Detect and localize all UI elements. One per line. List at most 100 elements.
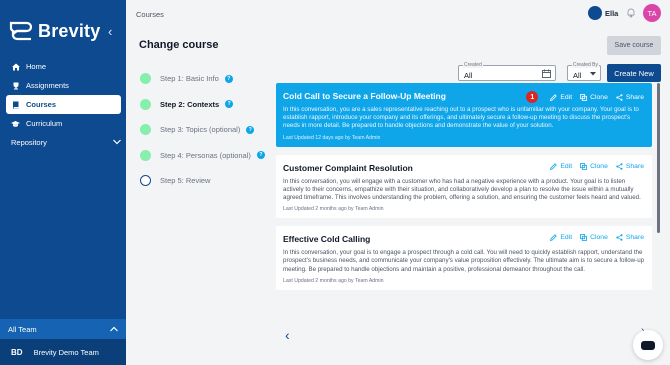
dropdown-caret-icon [590,72,596,76]
card-actions: 1 Edit Clone Share [518,91,644,103]
brevity-logo-icon [9,21,33,41]
step-complete-indicator [140,98,151,110]
context-updated: Last Updated 2 months ago by Team Admin [283,206,384,213]
breadcrumb[interactable]: Courses [136,10,164,19]
top-bar: Courses Ella TA [126,0,670,28]
step-badge: 1 [526,91,539,103]
step-complete-indicator [140,73,151,85]
edit-button[interactable]: Edit [550,163,572,170]
context-updated: Last Updated 2 months ago by Team Admin [283,277,384,284]
copy-icon [580,234,587,242]
sidebar-item-label: Assignments [26,81,69,90]
team-label: All Team [8,324,37,334]
sidebar-item-curriculum[interactable]: Curriculum [6,114,121,133]
copy-icon [580,93,587,101]
page-title: Change course [139,39,219,51]
help-icon[interactable]: ? [225,100,234,109]
edit-button[interactable]: Edit [550,91,572,103]
context-description: In this conversation, your goal is to en… [283,249,645,273]
step-topics[interactable]: Step 3: Topics (optional) ? [140,117,270,143]
share-icon [616,234,623,241]
sidebar-item-label: Curriculum [26,119,63,128]
chat-launcher-button[interactable] [633,330,663,360]
sidebar-item-label: Courses [26,100,57,109]
help-icon[interactable]: ? [246,125,255,134]
step-label: Step 1: Basic Info [160,74,219,84]
copy-icon [580,162,587,170]
sidebar-item-label: Repository [11,138,47,147]
sidebar-item-home[interactable]: Home [6,57,121,76]
step-contexts[interactable]: Step 2: Contexts ? [140,92,270,118]
help-icon[interactable]: ? [256,151,265,160]
brand-logo[interactable]: Brevity [8,20,100,42]
clone-button[interactable]: Clone [580,234,608,241]
trophy-icon [11,81,20,90]
clone-button[interactable]: Clone [580,91,608,103]
context-card[interactable]: Effective Cold Calling Edit Clone Share … [276,226,652,290]
step-label: Step 2: Contexts [160,99,220,109]
previous-step-icon[interactable]: ‹ [285,327,290,343]
sidebar-item-assignments[interactable]: Assignments [6,76,121,95]
calendar-icon[interactable] [542,69,551,78]
share-icon [616,162,623,170]
pencil-icon [550,162,558,170]
team-initials: BD [11,347,23,357]
sidebar-item-repository[interactable]: Repository [11,138,121,147]
team-selector[interactable]: All Team [0,319,126,339]
user-name: Ella [605,8,619,18]
sidebar: Brevity ‹ Home Assignments Courses Curri [0,0,126,365]
step-basic-info[interactable]: Step 1: Basic Info ? [140,66,270,92]
share-label: Share [625,234,644,242]
clone-label: Clone [590,234,608,242]
sidebar-nav: Home Assignments Courses Curriculum [6,57,121,133]
share-label: Share [625,93,644,101]
book-icon [11,100,20,109]
context-updated: Last Updated 12 days ago by Team Admin [283,134,381,141]
pencil-icon [550,93,558,101]
step-label: Step 5: Review [160,176,211,186]
chevron-down-icon [113,138,121,147]
clone-button[interactable]: Clone [580,163,608,170]
sidebar-item-courses[interactable]: Courses [6,95,121,114]
avatar[interactable]: TA [643,4,661,22]
graduation-cap-icon [11,119,20,128]
home-icon [11,62,20,71]
step-label: Step 4: Personas (optional) [160,150,251,160]
chevron-up-icon [110,325,118,334]
save-course-button[interactable]: Save course [607,36,661,55]
share-button[interactable]: Share [616,163,644,170]
team-name: Brevity Demo Team [33,347,99,357]
clone-label: Clone [590,93,608,101]
brand-name: Brevity [38,20,101,41]
created-by-filter[interactable]: Created By All [567,62,601,81]
create-new-button[interactable]: Create New [607,64,661,82]
bell-icon[interactable] [626,8,636,18]
card-actions: Edit Clone Share [542,163,644,170]
share-label: Share [625,162,644,170]
pencil-icon [550,234,558,242]
created-filter[interactable]: Created All [458,62,556,81]
org-logo-icon [588,6,602,20]
edit-button[interactable]: Edit [550,234,572,242]
edit-label: Edit [560,162,573,170]
context-card[interactable]: Cold Call to Secure a Follow-Up Meeting … [276,83,652,147]
share-button[interactable]: Share [616,234,644,241]
list-scrollbar[interactable] [657,83,660,233]
filter-label: Created [463,62,483,68]
help-icon[interactable]: ? [224,74,233,83]
collapse-sidebar-icon[interactable]: ‹ [108,24,112,39]
filter-value: All [464,71,473,80]
context-card[interactable]: Customer Complaint Resolution Edit Clone… [276,154,652,219]
step-review[interactable]: Step 5: Review [140,168,270,194]
card-actions: Edit Clone Share [542,234,644,242]
step-personas[interactable]: Step 4: Personas (optional) ? [140,143,270,169]
step-complete-indicator [140,149,151,161]
user-menu[interactable]: Ella [588,6,618,20]
context-description: In this conversation, you will engage wi… [283,177,641,202]
step-label: Step 3: Topics (optional) [160,125,241,135]
step-list: Step 1: Basic Info ? Step 2: Contexts ? … [140,66,270,194]
share-button[interactable]: Share [616,91,644,103]
team-info[interactable]: BD Brevity Demo Team [0,339,126,365]
context-list: Cold Call to Secure a Follow-Up Meeting … [276,83,652,298]
edit-label: Edit [560,93,573,101]
